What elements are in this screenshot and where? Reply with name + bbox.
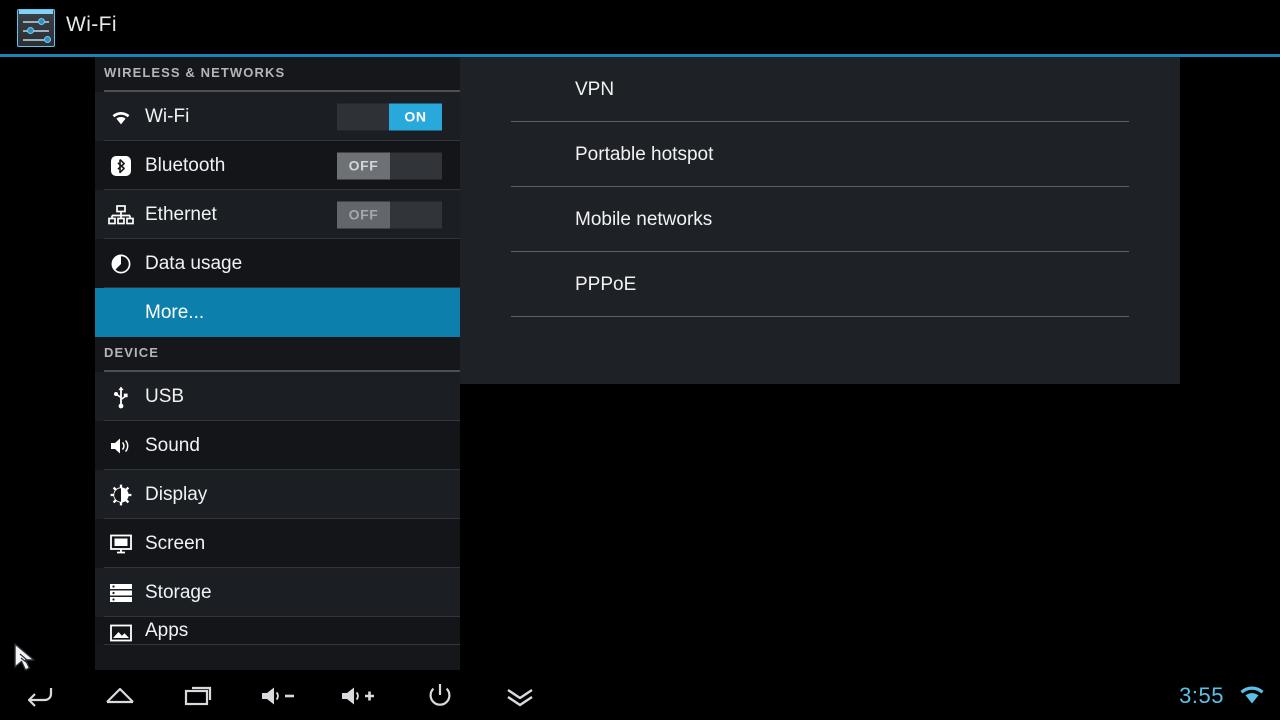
page-title: Wi-Fi xyxy=(66,13,117,36)
sound-icon xyxy=(104,432,138,460)
section-header-wireless: WIRELESS & NETWORKS xyxy=(95,57,460,92)
panel-item-vpn[interactable]: VPN xyxy=(460,57,1180,122)
sidebar-item-usb[interactable]: USB xyxy=(95,372,460,421)
content-area: WIRELESS & NETWORKS Wi-Fi ON Bluetooth O… xyxy=(0,57,1280,670)
sidebar-item-storage[interactable]: Storage xyxy=(95,568,460,617)
android-settings-screen: Wi-Fi WIRELESS & NETWORKS Wi-Fi ON Bluet… xyxy=(0,0,1280,720)
sidebar-item-label: Screen xyxy=(145,532,206,554)
volume-up-icon[interactable] xyxy=(332,680,388,712)
wifi-icon xyxy=(104,103,138,131)
sidebar-item-sound[interactable]: Sound xyxy=(95,421,460,470)
power-icon[interactable] xyxy=(412,680,468,712)
sidebar-item-more[interactable]: More... xyxy=(95,288,460,337)
screen-icon xyxy=(104,530,138,558)
hide-navbar-icon[interactable] xyxy=(492,680,548,712)
panel-item-pppoe[interactable]: PPPoE xyxy=(460,252,1180,317)
wifi-signal-icon xyxy=(1238,685,1266,712)
home-icon[interactable] xyxy=(92,680,148,712)
status-clock: 3:55 xyxy=(1179,683,1224,708)
usb-icon xyxy=(104,383,138,411)
sidebar-item-screen[interactable]: Screen xyxy=(95,519,460,568)
back-icon[interactable] xyxy=(12,680,68,712)
panel-item-mobile-networks[interactable]: Mobile networks xyxy=(460,187,1180,252)
sidebar-item-bluetooth[interactable]: Bluetooth OFF xyxy=(95,141,460,190)
wifi-toggle-label: ON xyxy=(389,103,442,130)
panel-item-label: PPPoE xyxy=(575,273,637,295)
ethernet-icon xyxy=(104,201,138,229)
sidebar-item-apps[interactable]: Apps xyxy=(95,617,460,645)
sidebar-item-label: Display xyxy=(145,483,208,505)
ethernet-toggle-label: OFF xyxy=(337,201,390,228)
title-bar: Wi-Fi xyxy=(0,0,1280,57)
sidebar-item-label: Storage xyxy=(145,581,212,603)
panel-item-label: Mobile networks xyxy=(575,208,713,230)
sidebar-item-wifi[interactable]: Wi-Fi ON xyxy=(95,92,460,141)
system-navigation-bar: 3:55 xyxy=(0,670,1280,720)
sidebar-item-data-usage[interactable]: Data usage xyxy=(95,239,460,288)
sidebar-item-display[interactable]: Display xyxy=(95,470,460,519)
panel-item-portable-hotspot[interactable]: Portable hotspot xyxy=(460,122,1180,187)
data-usage-icon xyxy=(104,250,138,278)
display-icon xyxy=(104,481,138,509)
storage-icon xyxy=(104,579,138,607)
more-settings-panel: VPN Portable hotspot Mobile networks PPP… xyxy=(460,57,1180,384)
sidebar-item-label: Ethernet xyxy=(145,203,217,225)
bluetooth-icon xyxy=(104,152,138,180)
sidebar-item-label: Wi-Fi xyxy=(145,105,190,127)
sidebar-item-ethernet[interactable]: Ethernet OFF xyxy=(95,190,460,239)
sidebar-item-label: Apps xyxy=(145,620,189,641)
apps-icon xyxy=(104,620,138,645)
volume-down-icon[interactable] xyxy=(252,680,308,712)
sidebar-item-label: Data usage xyxy=(145,252,243,274)
wifi-toggle[interactable]: ON xyxy=(337,103,442,130)
sidebar-item-label: Bluetooth xyxy=(145,154,226,176)
sidebar-item-label: USB xyxy=(145,385,185,407)
panel-item-label: Portable hotspot xyxy=(575,143,714,165)
bluetooth-toggle-label: OFF xyxy=(337,152,390,179)
bluetooth-toggle[interactable]: OFF xyxy=(337,152,442,179)
ethernet-toggle[interactable]: OFF xyxy=(337,201,442,228)
recents-icon[interactable] xyxy=(172,680,228,712)
mouse-cursor xyxy=(12,642,42,679)
sidebar-item-label: Sound xyxy=(145,434,200,456)
panel-item-label: VPN xyxy=(575,78,615,100)
settings-sidebar: WIRELESS & NETWORKS Wi-Fi ON Bluetooth O… xyxy=(95,57,460,670)
sidebar-item-label: More... xyxy=(145,301,205,323)
settings-sliders-icon xyxy=(17,9,55,47)
section-header-device: DEVICE xyxy=(95,337,460,372)
